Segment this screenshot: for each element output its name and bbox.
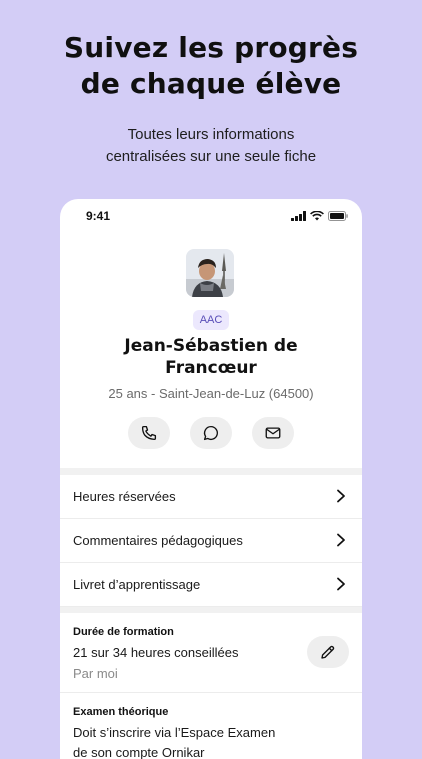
- phone-icon: [141, 425, 157, 441]
- student-name-line-2: Francœur: [165, 358, 257, 378]
- chevron-right-icon: [337, 533, 345, 547]
- menu-item-label: Livret d’apprentissage: [73, 577, 201, 592]
- chat-bubble-icon: [203, 425, 219, 441]
- pencil-icon: [321, 645, 335, 659]
- chevron-right-icon: [337, 577, 345, 591]
- menu-item-booked-hours[interactable]: Heures réservées: [60, 475, 362, 519]
- status-time: 9:41: [86, 209, 111, 223]
- headline-line-2: de chaque élève: [80, 67, 342, 100]
- training-duration-label: Durée de formation: [73, 626, 174, 638]
- headline-line-1: Suivez les progrès: [63, 31, 359, 64]
- theory-exam-value-line-2: de son compte Ornikar: [73, 745, 205, 759]
- student-meta: 25 ans - Saint-Jean-de-Luz (64500): [108, 386, 314, 401]
- menu-item-label: Commentaires pédagogiques: [73, 533, 243, 548]
- battery-icon: [328, 211, 348, 221]
- menu-item-learning-booklet[interactable]: Livret d’apprentissage: [60, 563, 362, 607]
- status-icons: [291, 211, 348, 221]
- training-duration-author: Par moi: [73, 666, 118, 681]
- contact-actions: [128, 417, 294, 449]
- message-button[interactable]: [190, 417, 232, 449]
- subtitle-line-1: Toutes leurs informations: [127, 126, 295, 143]
- menu-item-label: Heures réservées: [73, 489, 176, 504]
- phone-screen: 9:41 AAC Jean-Sébastien de Francœur 25 a…: [60, 199, 362, 759]
- edit-duration-button[interactable]: [307, 636, 349, 668]
- training-duration-value: 21 sur 34 heures conseillées: [73, 645, 239, 660]
- row-divider: [60, 692, 362, 693]
- detail-menu: Heures réservées Commentaires pédagogiqu…: [60, 475, 362, 607]
- status-badge: AAC: [193, 310, 229, 330]
- section-divider: [60, 607, 362, 613]
- theory-exam-value-line-1: Doit s’inscrire via l’Espace Examen: [73, 725, 276, 740]
- section-divider: [60, 468, 362, 475]
- mail-icon: [265, 427, 281, 439]
- avatar: [186, 249, 234, 297]
- student-name-line-1: Jean-Sébastien de: [124, 336, 298, 356]
- promo-headline: Suivez les progrès de chaque élève: [0, 30, 422, 102]
- theory-exam-label: Examen théorique: [73, 706, 169, 718]
- chevron-right-icon: [337, 489, 345, 503]
- subtitle-line-2: centralisées sur une seule fiche: [105, 148, 317, 165]
- signal-icon: [291, 211, 306, 221]
- email-button[interactable]: [252, 417, 294, 449]
- promo-subtitle: Toutes leurs informations centralisées s…: [0, 124, 422, 168]
- wifi-icon: [310, 211, 324, 221]
- status-bar: 9:41: [60, 199, 362, 235]
- student-name: Jean-Sébastien de Francœur: [80, 335, 342, 379]
- call-button[interactable]: [128, 417, 170, 449]
- menu-item-teaching-comments[interactable]: Commentaires pédagogiques: [60, 519, 362, 563]
